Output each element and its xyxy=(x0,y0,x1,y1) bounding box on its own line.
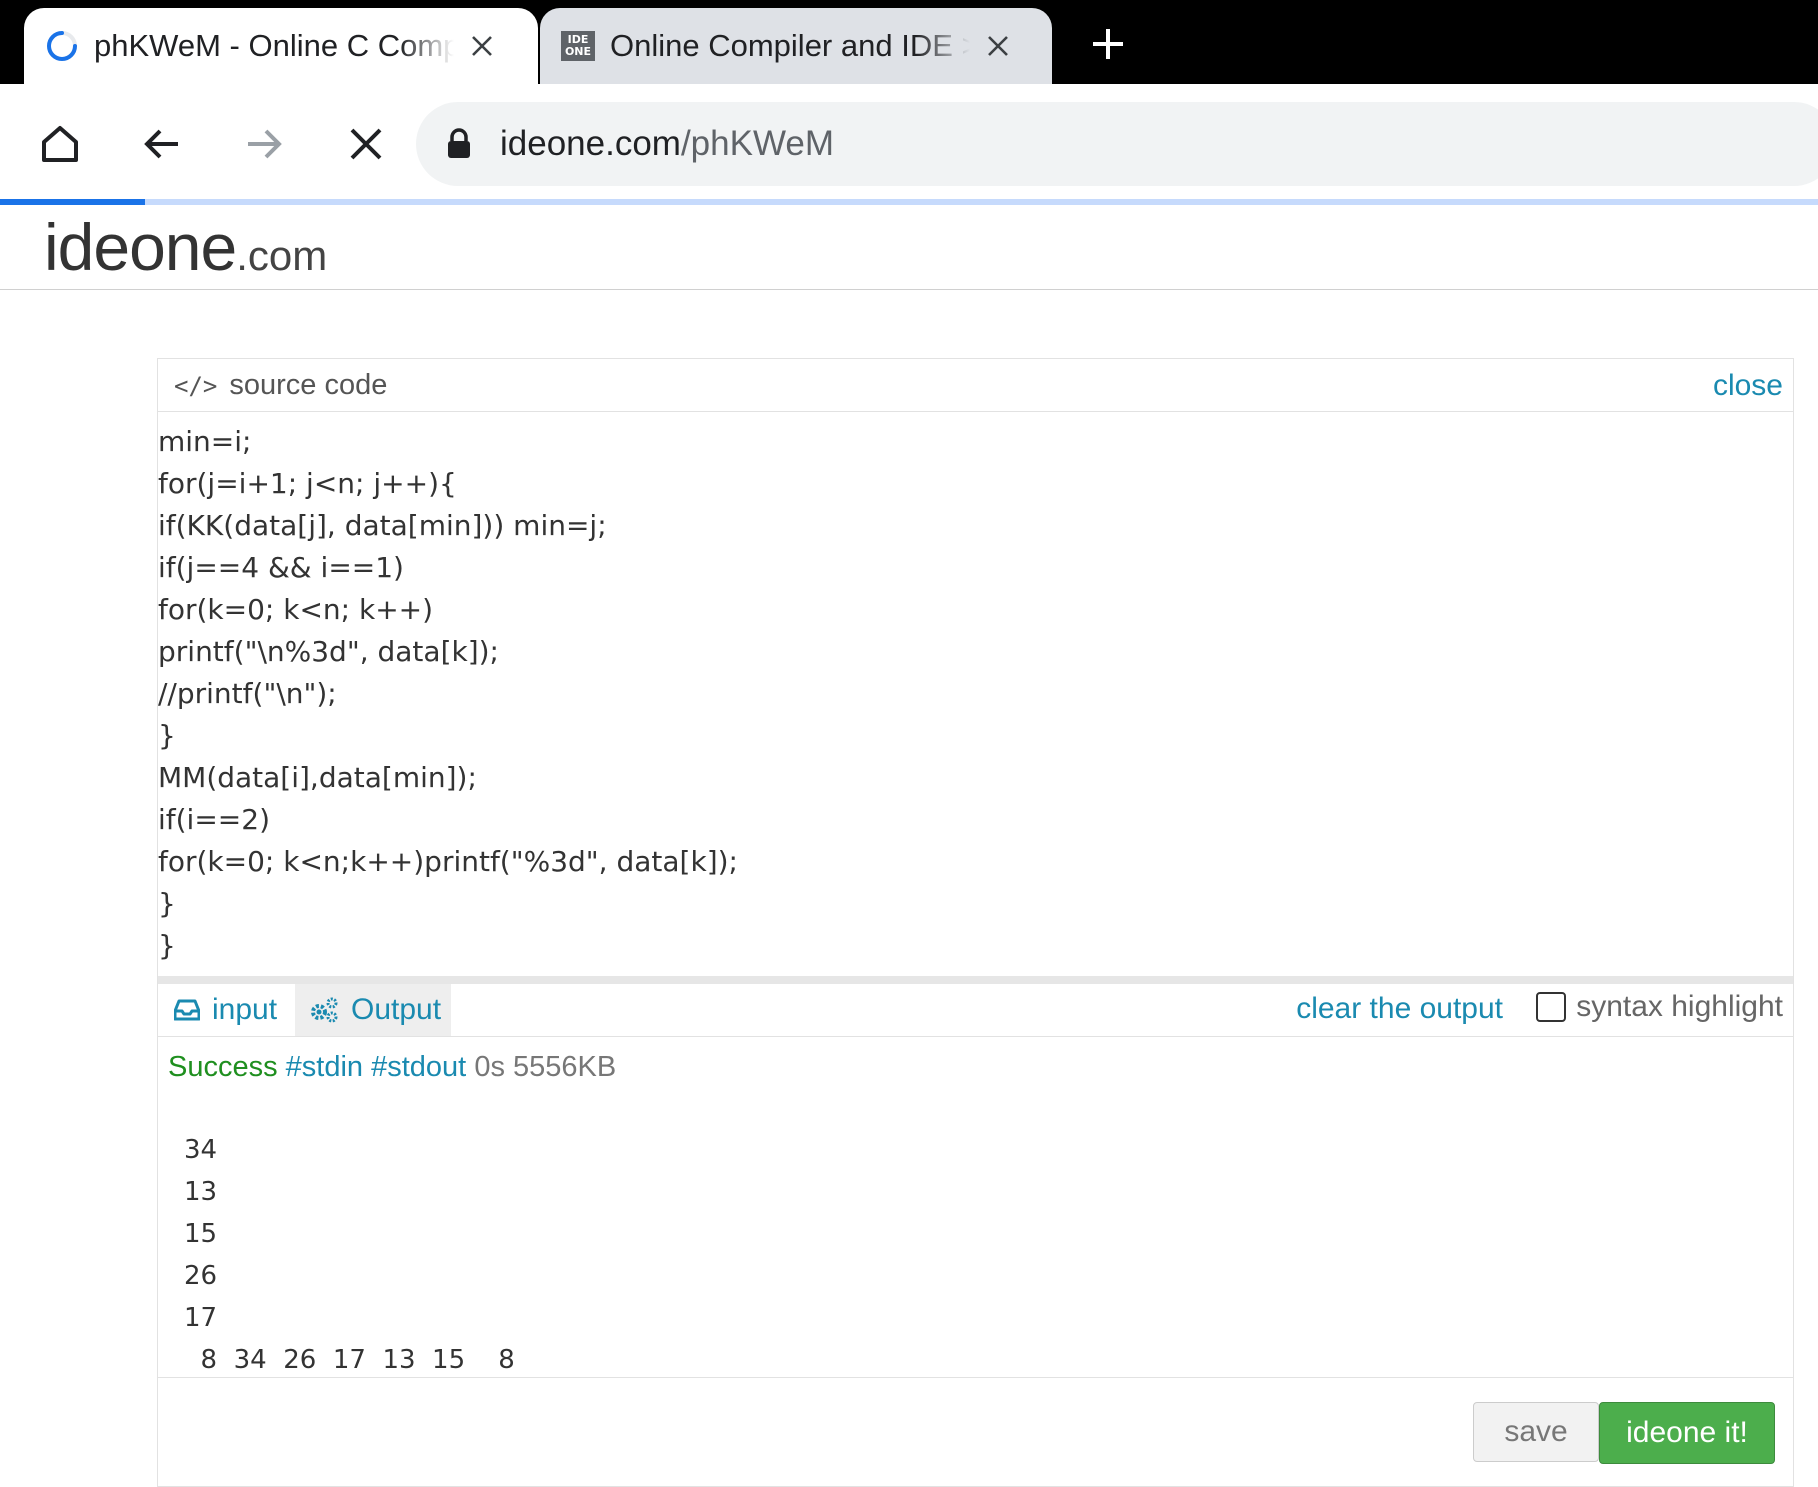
site-header: ideone.com xyxy=(0,205,1818,290)
gears-icon xyxy=(309,996,339,1024)
output-line: 13 xyxy=(184,1177,218,1207)
lock-icon xyxy=(444,127,474,161)
code-line: min=i; xyxy=(158,425,252,458)
source-panel-header: </> source code close xyxy=(158,359,1793,412)
address-bar[interactable]: ideone.com/phKWeM xyxy=(416,102,1818,186)
code-line: MM(data[i],data[min]); xyxy=(158,761,477,794)
syntax-highlight-checkbox[interactable] xyxy=(1536,992,1567,1022)
footer-divider xyxy=(158,1377,1793,1378)
close-link[interactable]: close xyxy=(1713,369,1783,403)
code-line: for(j=i+1; j<n; j++){ xyxy=(158,467,457,500)
output-line: 15 xyxy=(184,1219,218,1249)
home-icon[interactable] xyxy=(28,112,92,176)
output-line: 17 xyxy=(184,1303,218,1333)
tab-title: Online Compiler and IDE >> C xyxy=(610,28,970,63)
ideone-logo[interactable]: ideone.com xyxy=(44,209,327,285)
forward-arrow-icon[interactable] xyxy=(232,112,296,176)
result-meta: 0s 5556KB xyxy=(474,1051,617,1083)
code-line: if(i==2) xyxy=(158,803,270,836)
code-brackets-icon: </> xyxy=(174,371,218,400)
browser-toolbar: ideone.com/phKWeM xyxy=(0,84,1818,200)
tab-title: phKWeM - Online C Compiler xyxy=(94,28,454,63)
io-tab-bar: input Output clear the output syntax hig… xyxy=(158,984,1793,1037)
code-line: } xyxy=(158,929,176,962)
close-tab-icon[interactable] xyxy=(978,26,1018,66)
syntax-highlight-toggle[interactable]: syntax highlight xyxy=(1536,990,1783,1024)
code-line: for(k=0; k<n;k++)printf("%3d", data[k]); xyxy=(158,845,738,878)
result-status: Success #stdin #stdout 0s 5556KB xyxy=(168,1051,616,1084)
code-line: for(k=0; k<n; k++) xyxy=(158,593,434,626)
ideone-favicon: IDE ONE xyxy=(560,28,596,64)
close-tab-icon[interactable] xyxy=(462,26,502,66)
code-line: if(KK(data[j], data[min])) min=j; xyxy=(158,509,607,542)
browser-tab-inactive[interactable]: IDE ONE Online Compiler and IDE >> C xyxy=(540,8,1052,84)
output-line: 26 xyxy=(184,1261,218,1291)
code-line: if(j==4 && i==1) xyxy=(158,551,404,584)
code-line: } xyxy=(158,719,176,752)
ideone-it-button[interactable]: ideone it! xyxy=(1599,1402,1775,1464)
loading-spinner-icon xyxy=(44,28,80,64)
output-line: 34 xyxy=(184,1135,218,1165)
clear-output-link[interactable]: clear the output xyxy=(1296,992,1503,1026)
save-button[interactable]: save xyxy=(1473,1402,1599,1462)
tab-output[interactable]: Output xyxy=(295,984,452,1036)
inbox-icon xyxy=(174,999,200,1021)
browser-tab-strip: phKWeM - Online C Compiler IDE ONE Onlin… xyxy=(0,0,1818,84)
source-panel: </> source code close min=i; for(j=i+1; j… xyxy=(157,358,1794,1487)
result-tags[interactable]: #stdin #stdout xyxy=(286,1051,467,1083)
tab-input[interactable]: input xyxy=(174,984,277,1036)
url-text: ideone.com/phKWeM xyxy=(500,124,834,163)
program-output: 34 13 15 26 17 8 34 26 17 13 15 8 xyxy=(184,1129,515,1381)
code-line: } xyxy=(158,887,176,920)
resize-divider[interactable] xyxy=(158,976,1793,984)
browser-tab-active[interactable]: phKWeM - Online C Compiler xyxy=(24,8,538,84)
source-title: </> source code xyxy=(174,369,388,401)
code-line: printf("\n%3d", data[k]); xyxy=(158,635,499,668)
status-success: Success xyxy=(168,1051,278,1083)
back-arrow-icon[interactable] xyxy=(130,112,194,176)
output-line: 8 34 26 17 13 15 8 xyxy=(184,1345,515,1375)
stop-loading-icon[interactable] xyxy=(334,112,398,176)
code-line: //printf("\n"); xyxy=(158,677,337,710)
source-code-view[interactable]: min=i; for(j=i+1; j<n; j++){ if(KK(data[j]… xyxy=(158,421,1793,967)
new-tab-plus-icon[interactable] xyxy=(1088,24,1128,64)
